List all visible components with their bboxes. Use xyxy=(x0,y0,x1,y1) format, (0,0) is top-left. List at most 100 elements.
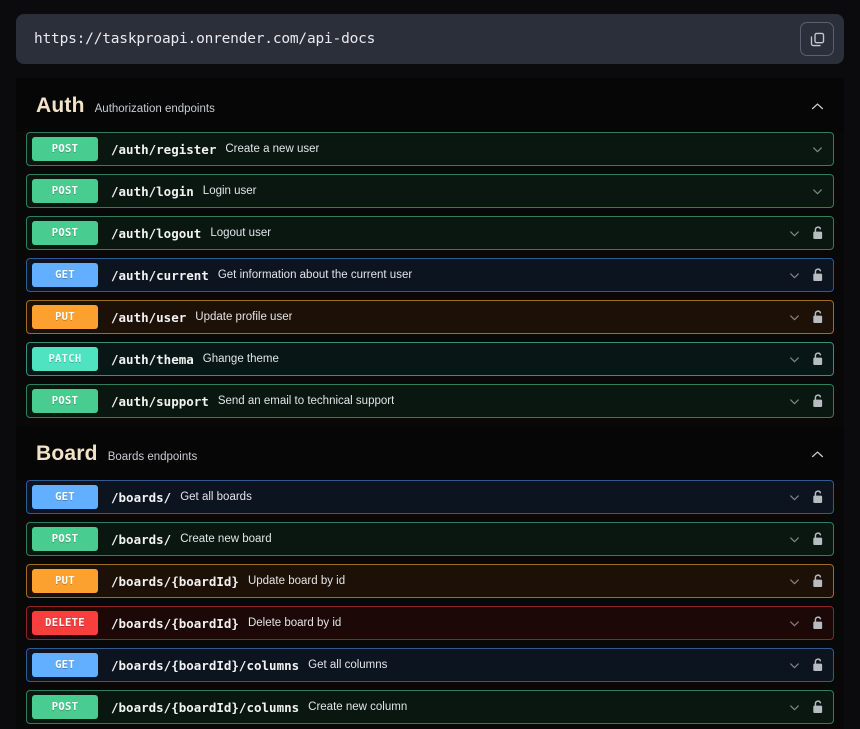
section-collapse-toggle[interactable] xyxy=(809,446,826,463)
expand-operation-toggle[interactable] xyxy=(810,184,825,199)
expand-operation-toggle[interactable] xyxy=(787,352,802,367)
section-collapse-toggle[interactable] xyxy=(809,98,826,115)
endpoint-summary: Update board by id xyxy=(247,575,346,587)
operation-row-controls xyxy=(800,184,825,199)
chevron-up-icon xyxy=(811,450,824,457)
operation-get-auth-current[interactable]: GET /auth/current Get information about … xyxy=(26,258,834,292)
operation-put-boards-boardId[interactable]: PUT /boards/{boardId} Update board by id xyxy=(26,564,834,598)
lock-icon xyxy=(813,352,823,366)
operation-post-auth-register[interactable]: POST /auth/register Create a new user xyxy=(26,132,834,166)
chevron-down-icon xyxy=(790,620,799,626)
api-docs-body: Auth Authorization endpoints POST /auth/… xyxy=(0,64,860,729)
lock-icon xyxy=(813,574,823,588)
authorization-lock[interactable] xyxy=(811,573,825,589)
operation-list: POST /auth/register Create a new user PO… xyxy=(16,132,844,418)
chevron-down-icon xyxy=(790,230,799,236)
endpoint-summary: Get information about the current user xyxy=(217,269,413,281)
section-header[interactable]: Auth Authorization endpoints xyxy=(16,78,844,132)
copy-url-button[interactable] xyxy=(800,22,834,56)
section-title: Board xyxy=(36,442,98,465)
operation-post-auth-login[interactable]: POST /auth/login Login user xyxy=(26,174,834,208)
chevron-down-icon xyxy=(790,494,799,500)
operation-post-boards[interactable]: POST /boards/ Create new board xyxy=(26,522,834,556)
operation-row-controls xyxy=(777,531,825,547)
endpoint-summary: Create new column xyxy=(308,701,408,713)
operation-list: GET /boards/ Get all boards POST /boards… xyxy=(16,480,844,724)
http-method-badge: PATCH xyxy=(32,347,98,371)
endpoint-path: /boards/{boardId}/columns xyxy=(111,657,300,673)
lock-icon xyxy=(813,310,823,324)
chevron-down-icon xyxy=(813,188,822,194)
endpoint-summary: Send an email to technical support xyxy=(217,395,395,407)
authorization-lock[interactable] xyxy=(811,393,825,409)
expand-operation-toggle[interactable] xyxy=(787,700,802,715)
endpoint-path: /auth/register xyxy=(111,141,217,157)
endpoint-path: /auth/logout xyxy=(111,225,202,241)
section-header[interactable]: Board Boards endpoints xyxy=(16,426,844,480)
authorization-lock[interactable] xyxy=(811,699,825,715)
operation-get-boards[interactable]: GET /boards/ Get all boards xyxy=(26,480,834,514)
operation-get-boards-boardId-columns[interactable]: GET /boards/{boardId}/columns Get all co… xyxy=(26,648,834,682)
expand-operation-toggle[interactable] xyxy=(787,268,802,283)
operation-patch-auth-thema[interactable]: PATCH /auth/thema Ghange theme xyxy=(26,342,834,376)
operation-put-auth-user[interactable]: PUT /auth/user Update profile user xyxy=(26,300,834,334)
expand-operation-toggle[interactable] xyxy=(810,142,825,157)
authorization-lock[interactable] xyxy=(811,309,825,325)
endpoint-path: /boards/ xyxy=(111,531,172,547)
authorization-lock[interactable] xyxy=(811,351,825,367)
endpoint-path: /auth/thema xyxy=(111,351,194,367)
authorization-lock[interactable] xyxy=(811,267,825,283)
authorization-lock[interactable] xyxy=(811,531,825,547)
chevron-down-icon xyxy=(790,272,799,278)
expand-operation-toggle[interactable] xyxy=(787,394,802,409)
endpoint-path: /auth/current xyxy=(111,267,209,283)
operation-row-controls xyxy=(777,573,825,589)
chevron-down-icon xyxy=(790,578,799,584)
chevron-down-icon xyxy=(790,704,799,710)
lock-icon xyxy=(813,700,823,714)
endpoint-summary: Get all columns xyxy=(308,659,388,671)
expand-operation-toggle[interactable] xyxy=(787,226,802,241)
operation-row-controls xyxy=(777,699,825,715)
lock-icon xyxy=(813,268,823,282)
chevron-down-icon xyxy=(790,356,799,362)
http-method-badge: GET xyxy=(32,653,98,677)
endpoint-path: /boards/{boardId} xyxy=(111,573,239,589)
http-method-badge: GET xyxy=(32,485,98,509)
expand-operation-toggle[interactable] xyxy=(787,532,802,547)
authorization-lock[interactable] xyxy=(811,225,825,241)
authorization-lock[interactable] xyxy=(811,657,825,673)
authorization-lock[interactable] xyxy=(811,615,825,631)
expand-operation-toggle[interactable] xyxy=(787,616,802,631)
http-method-badge: POST xyxy=(32,389,98,413)
lock-icon xyxy=(813,616,823,630)
section-title: Auth xyxy=(36,94,85,117)
chevron-down-icon xyxy=(790,398,799,404)
http-method-badge: PUT xyxy=(32,569,98,593)
operation-post-auth-support[interactable]: POST /auth/support Send an email to tech… xyxy=(26,384,834,418)
operation-row-controls xyxy=(777,393,825,409)
endpoint-path: /auth/support xyxy=(111,393,209,409)
url-bar[interactable]: https://taskproapi.onrender.com/api-docs xyxy=(16,14,844,64)
operation-delete-boards-boardId[interactable]: DELETE /boards/{boardId} Delete board by… xyxy=(26,606,834,640)
http-method-badge: POST xyxy=(32,527,98,551)
lock-icon xyxy=(813,532,823,546)
authorization-lock[interactable] xyxy=(811,489,825,505)
api-section-board: Board Boards endpoints GET /boards/ Get … xyxy=(16,426,844,724)
operation-row-controls xyxy=(800,142,825,157)
operation-row-controls xyxy=(777,351,825,367)
operation-row-controls xyxy=(777,309,825,325)
url-text[interactable]: https://taskproapi.onrender.com/api-docs xyxy=(34,31,800,47)
expand-operation-toggle[interactable] xyxy=(787,310,802,325)
operation-post-boards-boardId-columns[interactable]: POST /boards/{boardId}/columns Create ne… xyxy=(26,690,834,724)
operation-row-controls xyxy=(777,267,825,283)
expand-operation-toggle[interactable] xyxy=(787,490,802,505)
endpoint-path: /auth/login xyxy=(111,183,194,199)
expand-operation-toggle[interactable] xyxy=(787,658,802,673)
endpoint-summary: Create new board xyxy=(180,533,272,545)
http-method-badge: POST xyxy=(32,221,98,245)
expand-operation-toggle[interactable] xyxy=(787,574,802,589)
http-method-badge: POST xyxy=(32,137,98,161)
operation-post-auth-logout[interactable]: POST /auth/logout Logout user xyxy=(26,216,834,250)
lock-icon xyxy=(813,658,823,672)
